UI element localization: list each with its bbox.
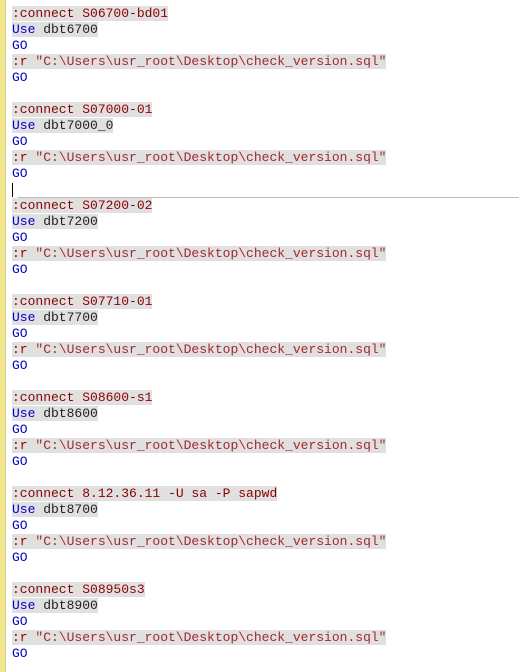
go-keyword: GO xyxy=(12,134,28,149)
code-line[interactable]: GO xyxy=(12,166,521,182)
go-keyword: GO xyxy=(12,70,28,85)
go-keyword: GO xyxy=(12,262,28,277)
connect-stmt: :connect S06700-bd01 xyxy=(12,6,168,21)
code-line[interactable]: :connect S08600-s1 xyxy=(12,390,521,406)
use-keyword: Use xyxy=(12,406,35,421)
code-line[interactable]: GO xyxy=(12,230,521,246)
r-keyword: :r xyxy=(12,438,28,453)
code-line[interactable]: :connect S07710-01 xyxy=(12,294,521,310)
code-line[interactable]: GO xyxy=(12,38,521,54)
file-path: "C:\Users\usr_root\Desktop\check_version… xyxy=(28,150,387,165)
code-line[interactable]: :r "C:\Users\usr_root\Desktop\check_vers… xyxy=(12,246,521,262)
use-keyword: Use xyxy=(12,214,35,229)
go-keyword: GO xyxy=(12,166,28,181)
code-line[interactable]: GO xyxy=(12,134,521,150)
code-line[interactable]: GO xyxy=(12,614,521,630)
current-line-underline xyxy=(18,197,519,198)
code-line[interactable]: Use dbt7700 xyxy=(12,310,521,326)
code-line[interactable]: GO xyxy=(12,358,521,374)
db-name: dbt8700 xyxy=(35,502,97,517)
connect-stmt: :connect S07000-01 xyxy=(12,102,152,117)
use-keyword: Use xyxy=(12,310,35,325)
code-line[interactable]: :r "C:\Users\usr_root\Desktop\check_vers… xyxy=(12,438,521,454)
use-keyword: Use xyxy=(12,502,35,517)
use-keyword: Use xyxy=(12,22,35,37)
code-line[interactable]: :connect S08950s3 xyxy=(12,582,521,598)
code-line[interactable]: :connect 8.12.36.11 -U sa -P sapwd xyxy=(12,486,521,502)
code-line[interactable]: GO xyxy=(12,646,521,662)
blank-line[interactable] xyxy=(12,278,521,294)
file-path: "C:\Users\usr_root\Desktop\check_version… xyxy=(28,534,387,549)
file-path: "C:\Users\usr_root\Desktop\check_version… xyxy=(28,342,387,357)
go-keyword: GO xyxy=(12,326,28,341)
go-keyword: GO xyxy=(12,358,28,373)
go-keyword: GO xyxy=(12,518,28,533)
connect-stmt: :connect S08950s3 xyxy=(12,582,145,597)
r-keyword: :r xyxy=(12,630,28,645)
code-line[interactable]: GO xyxy=(12,518,521,534)
use-keyword: Use xyxy=(12,118,35,133)
code-line[interactable]: GO xyxy=(12,422,521,438)
file-path: "C:\Users\usr_root\Desktop\check_version… xyxy=(28,246,387,261)
code-line[interactable]: Use dbt7000_0 xyxy=(12,118,521,134)
blank-line[interactable] xyxy=(12,86,521,102)
code-area[interactable]: :connect S06700-bd01Use dbt6700GO:r "C:\… xyxy=(6,0,521,672)
code-line[interactable]: :r "C:\Users\usr_root\Desktop\check_vers… xyxy=(12,150,521,166)
r-keyword: :r xyxy=(12,54,28,69)
code-line[interactable]: :r "C:\Users\usr_root\Desktop\check_vers… xyxy=(12,534,521,550)
code-line[interactable]: GO xyxy=(12,326,521,342)
go-keyword: GO xyxy=(12,454,28,469)
file-path: "C:\Users\usr_root\Desktop\check_version… xyxy=(28,630,387,645)
file-path: "C:\Users\usr_root\Desktop\check_version… xyxy=(28,438,387,453)
code-line[interactable]: GO xyxy=(12,454,521,470)
connect-stmt: :connect S07710-01 xyxy=(12,294,152,309)
code-line[interactable]: :connect S07200-02 xyxy=(12,198,521,214)
code-line[interactable]: Use dbt8900 xyxy=(12,598,521,614)
code-line[interactable]: Use dbt8600 xyxy=(12,406,521,422)
blank-line[interactable] xyxy=(12,470,521,486)
db-name: dbt8900 xyxy=(35,598,97,613)
go-keyword: GO xyxy=(12,614,28,629)
code-line[interactable]: GO xyxy=(12,550,521,566)
connect-stmt: :connect S07200-02 xyxy=(12,198,152,213)
go-keyword: GO xyxy=(12,230,28,245)
connect-stmt: :connect 8.12.36.11 -U sa -P sapwd xyxy=(12,486,277,501)
go-keyword: GO xyxy=(12,38,28,53)
code-line[interactable]: :connect S06700-bd01 xyxy=(12,6,521,22)
db-name: dbt6700 xyxy=(35,22,97,37)
code-editor[interactable]: :connect S06700-bd01Use dbt6700GO:r "C:\… xyxy=(0,0,521,672)
code-line[interactable]: :r "C:\Users\usr_root\Desktop\check_vers… xyxy=(12,54,521,70)
db-name: dbt7000_0 xyxy=(35,118,113,133)
go-keyword: GO xyxy=(12,550,28,565)
blank-line[interactable] xyxy=(12,374,521,390)
db-name: dbt7200 xyxy=(35,214,97,229)
cursor-line[interactable] xyxy=(12,182,521,198)
code-line[interactable]: Use dbt7200 xyxy=(12,214,521,230)
code-line[interactable]: GO xyxy=(12,70,521,86)
code-line[interactable]: :r "C:\Users\usr_root\Desktop\check_vers… xyxy=(12,630,521,646)
blank-line[interactable] xyxy=(12,566,521,582)
use-keyword: Use xyxy=(12,598,35,613)
r-keyword: :r xyxy=(12,342,28,357)
r-keyword: :r xyxy=(12,150,28,165)
text-caret xyxy=(12,183,13,197)
code-line[interactable]: GO xyxy=(12,262,521,278)
connect-stmt: :connect S08600-s1 xyxy=(12,390,152,405)
db-name: dbt7700 xyxy=(35,310,97,325)
code-line[interactable]: Use dbt8700 xyxy=(12,502,521,518)
code-line[interactable]: :connect S07000-01 xyxy=(12,102,521,118)
r-keyword: :r xyxy=(12,534,28,549)
r-keyword: :r xyxy=(12,246,28,261)
file-path: "C:\Users\usr_root\Desktop\check_version… xyxy=(28,54,387,69)
db-name: dbt8600 xyxy=(35,406,97,421)
go-keyword: GO xyxy=(12,646,28,661)
code-line[interactable]: Use dbt6700 xyxy=(12,22,521,38)
go-keyword: GO xyxy=(12,422,28,437)
code-line[interactable]: :r "C:\Users\usr_root\Desktop\check_vers… xyxy=(12,342,521,358)
